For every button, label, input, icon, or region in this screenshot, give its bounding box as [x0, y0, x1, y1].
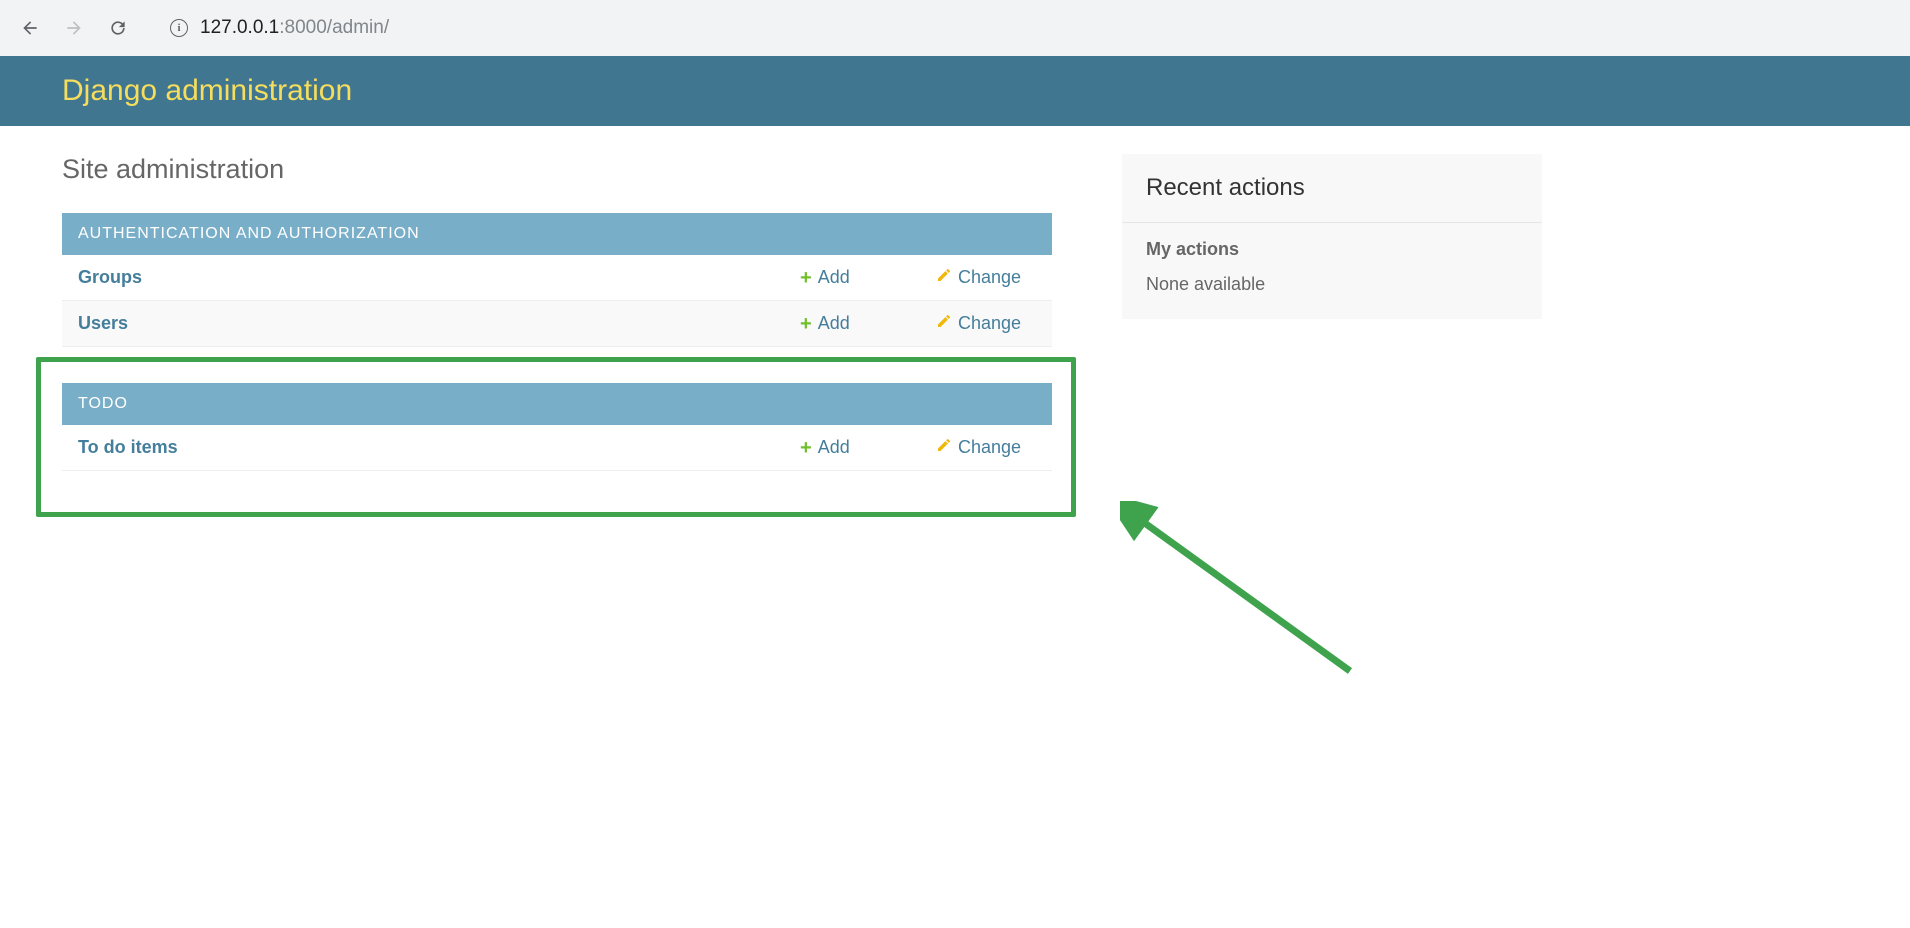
plus-icon: + [800, 314, 812, 334]
change-label: Change [958, 267, 1021, 288]
back-button[interactable] [12, 10, 48, 46]
change-label: Change [958, 437, 1021, 458]
reload-icon [108, 18, 128, 38]
add-label: Add [818, 313, 850, 334]
model-link[interactable]: Users [78, 313, 800, 334]
browser-toolbar: i 127.0.0.1:8000/admin/ [0, 0, 1910, 56]
info-icon: i [170, 19, 188, 37]
address-bar[interactable]: i 127.0.0.1:8000/admin/ [156, 10, 1898, 46]
plus-icon: + [800, 438, 812, 458]
add-link[interactable]: + Add [800, 313, 900, 334]
pencil-icon [936, 437, 952, 458]
model-actions: + Add Change [800, 267, 1036, 288]
add-link[interactable]: + Add [800, 437, 900, 458]
app-module: TODO To do items+ Add Change [62, 383, 1052, 471]
sidebar: Recent actions My actions None available [1122, 154, 1542, 319]
add-label: Add [818, 437, 850, 458]
forward-button[interactable] [56, 10, 92, 46]
arrow-left-icon [20, 18, 40, 38]
change-link[interactable]: Change [936, 267, 1036, 288]
model-row: Users+ Add Change [62, 301, 1052, 347]
arrow-right-icon [64, 18, 84, 38]
module-caption[interactable]: AUTHENTICATION AND AUTHORIZATION [62, 213, 1052, 255]
model-link[interactable]: Groups [78, 267, 800, 288]
reload-button[interactable] [100, 10, 136, 46]
my-actions-title: My actions [1146, 239, 1518, 260]
model-row: Groups+ Add Change [62, 255, 1052, 301]
change-link[interactable]: Change [936, 437, 1036, 458]
app-module: AUTHENTICATION AND AUTHORIZATIONGroups+A… [62, 213, 1052, 347]
change-label: Change [958, 313, 1021, 334]
add-link[interactable]: + Add [800, 267, 900, 288]
site-title[interactable]: Django administration [62, 74, 1848, 108]
plus-icon: + [800, 268, 812, 288]
recent-actions-empty: None available [1146, 274, 1518, 295]
pencil-icon [936, 313, 952, 334]
module-caption[interactable]: TODO [62, 383, 1052, 425]
pencil-icon [936, 267, 952, 288]
model-row: To do items+ Add Change [62, 425, 1052, 471]
model-link[interactable]: To do items [78, 437, 800, 458]
model-actions: + Add Change [800, 437, 1036, 458]
model-actions: + Add Change [800, 313, 1036, 334]
django-header: Django administration [0, 56, 1910, 126]
add-label: Add [818, 267, 850, 288]
recent-actions-title: Recent actions [1122, 154, 1542, 223]
annotation-arrow [1120, 501, 1380, 701]
page-title: Site administration [62, 154, 1052, 185]
recent-actions-module: Recent actions My actions None available [1122, 154, 1542, 319]
main-content: Site administration AUTHENTICATION AND A… [62, 154, 1052, 507]
change-link[interactable]: Change [936, 313, 1036, 334]
url-text: 127.0.0.1:8000/admin/ [200, 17, 389, 39]
